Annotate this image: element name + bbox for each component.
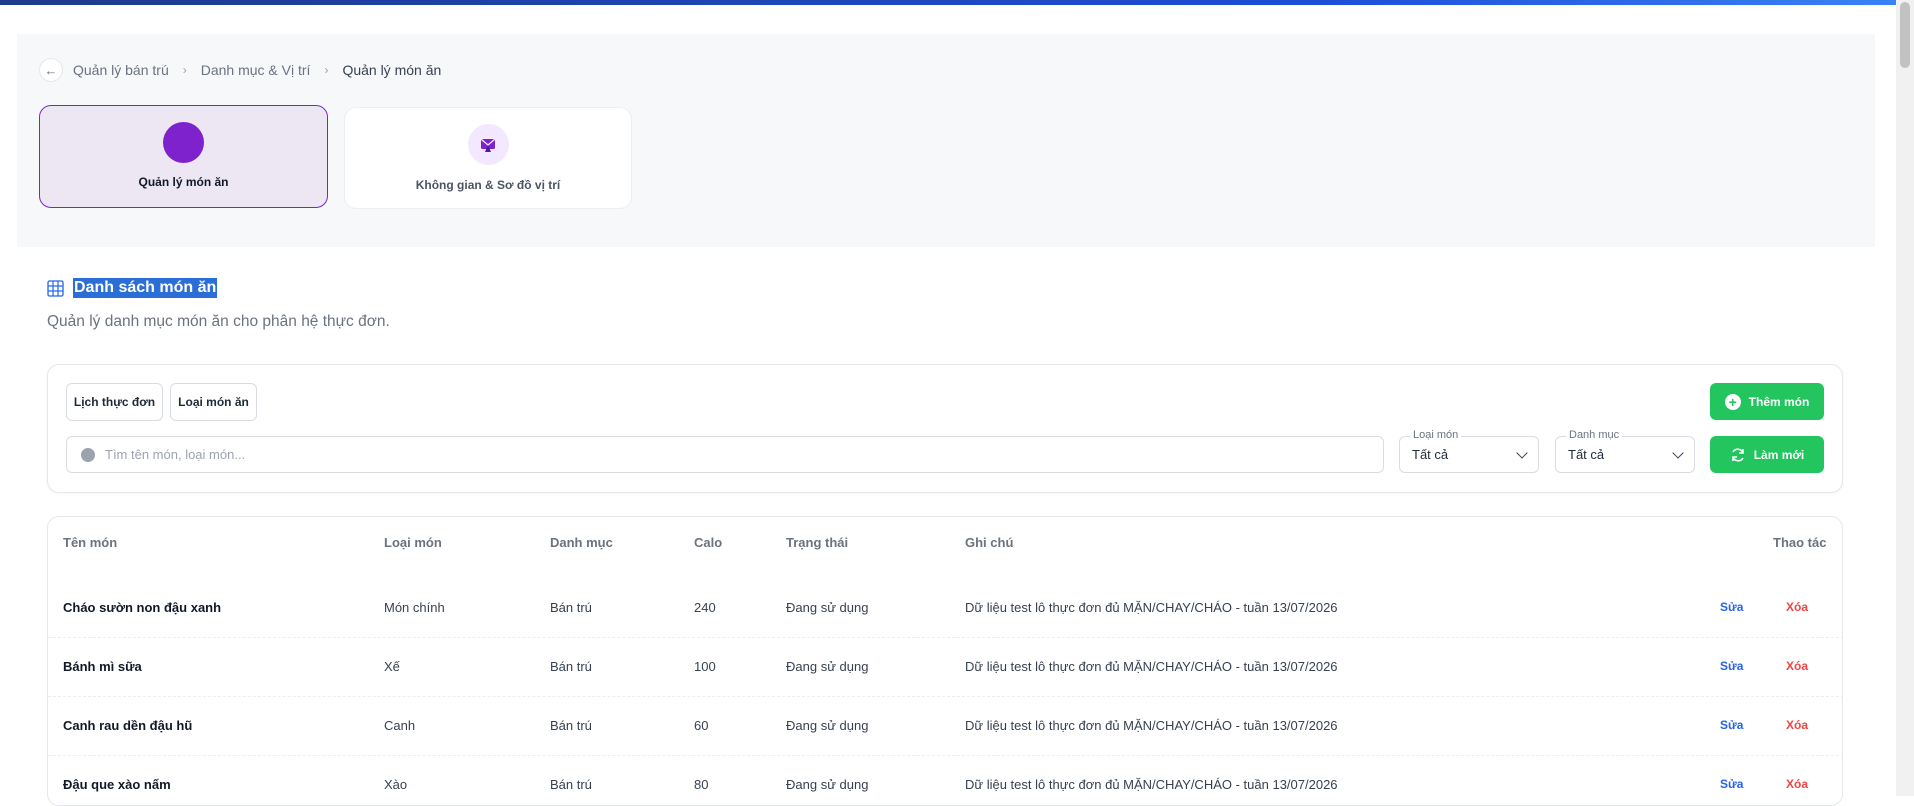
cell-category: Bán trú [550, 659, 592, 674]
column-header-status: Trạng thái [786, 535, 849, 550]
cell-name: Cháo sườn non đậu xanh [63, 600, 222, 615]
breadcrumb-item-current: Quản lý món ăn [342, 62, 442, 78]
top-progress-bar [0, 0, 1896, 5]
edit-button[interactable]: Sửa [1720, 659, 1743, 673]
page-scrollbar[interactable] [1896, 0, 1914, 796]
cell-category: Bán trú [550, 600, 592, 615]
menu-schedule-button[interactable]: Lịch thực đơn [66, 383, 163, 421]
delete-button[interactable]: Xóa [1786, 600, 1808, 614]
search-input[interactable] [105, 447, 1305, 462]
scrollbar-thumb[interactable] [1900, 2, 1910, 68]
page-subtitle: Quản lý danh mục món ăn cho phân hệ thực… [47, 313, 390, 330]
dish-table: Tên món Loại món Danh mục Calo Trạng thá… [47, 516, 1843, 806]
column-header-category: Danh mục [550, 535, 613, 550]
delete-button[interactable]: Xóa [1786, 659, 1808, 673]
column-header-calo: Calo [694, 535, 723, 550]
cell-calo: 60 [694, 718, 709, 733]
nav-card-label: Không gian & Sơ đồ vị trí [415, 178, 561, 192]
dish-type-select[interactable]: Loại món Tất cả [1399, 429, 1539, 473]
chevron-right-icon: › [182, 63, 187, 77]
cell-status: Đang sử dụng [786, 777, 869, 792]
search-icon [81, 447, 95, 462]
column-header-type: Loại món [384, 535, 442, 550]
column-header-note: Ghi chú [965, 535, 1014, 550]
table-grid-icon [47, 279, 64, 297]
chevron-right-icon: › [324, 63, 329, 77]
cell-name: Canh rau dền đậu hũ [63, 718, 193, 733]
filter-card: Lịch thực đơn Loại món ăn + Thêm món Loạ… [47, 364, 1843, 493]
nav-card-dish-management[interactable]: Quản lý món ăn [39, 105, 328, 208]
section-header: Danh sách món ăn [47, 278, 218, 298]
table-row: Đậu que xào nấm Xào Bán trú 80 Đang sử d… [48, 756, 1842, 805]
cell-note: Dữ liệu test lô thực đơn đủ MẶN/CHAY/CHÁ… [965, 600, 1338, 615]
chevron-down-icon [1672, 447, 1684, 459]
cell-calo: 240 [694, 600, 716, 615]
cell-status: Đang sử dụng [786, 718, 869, 733]
search-field[interactable] [66, 436, 1384, 473]
cell-calo: 100 [694, 659, 716, 674]
table-row: Cháo sườn non đậu xanh Món chính Bán trú… [48, 579, 1842, 638]
breadcrumb: ← Quản lý bán trú › Danh mục & Vị trí › … [39, 58, 441, 82]
page-title: Danh sách món ăn [73, 278, 218, 298]
cell-type: Xế [384, 659, 400, 674]
map-pin-icon [467, 124, 509, 165]
plus-circle-icon: + [1724, 393, 1741, 410]
cell-status: Đang sử dụng [786, 600, 869, 615]
cell-type: Xào [384, 777, 408, 792]
dish-icon [163, 122, 204, 163]
nav-card-space-location[interactable]: Không gian & Sơ đồ vị trí [344, 107, 632, 209]
breadcrumb-item-boarding[interactable]: Quản lý bán trú [73, 62, 169, 78]
cell-category: Bán trú [550, 718, 592, 733]
edit-button[interactable]: Sửa [1720, 777, 1743, 791]
cell-name: Bánh mì sữa [63, 659, 142, 674]
cell-note: Dữ liệu test lô thực đơn đủ MẶN/CHAY/CHÁ… [965, 777, 1338, 792]
dish-types-button[interactable]: Loại món ăn [170, 383, 257, 421]
refresh-icon [1731, 447, 1744, 462]
cell-type: Món chính [384, 600, 445, 615]
category-select-label: Danh mục [1566, 429, 1623, 441]
table-row: Canh rau dền đậu hũ Canh Bán trú 60 Đang… [48, 697, 1842, 756]
dish-type-select-label: Loại món [1410, 429, 1462, 441]
breadcrumb-item-category-location[interactable]: Danh mục & Vị trí [201, 62, 311, 78]
category-select-value: Tất cả [1568, 447, 1605, 462]
cell-note: Dữ liệu test lô thực đơn đủ MẶN/CHAY/CHÁ… [965, 718, 1338, 733]
cell-note: Dữ liệu test lô thực đơn đủ MẶN/CHAY/CHÁ… [965, 659, 1338, 674]
edit-button[interactable]: Sửa [1720, 600, 1743, 614]
delete-button[interactable]: Xóa [1786, 777, 1808, 791]
edit-button[interactable]: Sửa [1720, 718, 1743, 732]
refresh-button[interactable]: Làm mới [1710, 436, 1824, 473]
category-select[interactable]: Danh mục Tất cả [1555, 429, 1695, 473]
add-dish-label: Thêm món [1748, 394, 1810, 409]
cell-type: Canh [384, 718, 416, 733]
chevron-down-icon [1516, 447, 1528, 459]
arrow-left-icon[interactable]: ← [39, 58, 63, 82]
cell-calo: 80 [694, 777, 709, 792]
column-header-actions: Thao tác [1773, 535, 1827, 550]
cell-category: Bán trú [550, 777, 592, 792]
cell-status: Đang sử dụng [786, 659, 869, 674]
cell-name: Đậu que xào nấm [63, 777, 171, 792]
delete-button[interactable]: Xóa [1786, 718, 1808, 732]
refresh-label: Làm mới [1753, 447, 1805, 462]
column-header-name: Tên món [63, 535, 118, 550]
dish-type-select-value: Tất cả [1412, 447, 1449, 462]
table-row: Bánh mì sữa Xế Bán trú 100 Đang sử dụng … [48, 638, 1842, 697]
nav-card-label: Quản lý món ăn [138, 175, 229, 189]
add-dish-button[interactable]: + Thêm món [1710, 383, 1824, 420]
